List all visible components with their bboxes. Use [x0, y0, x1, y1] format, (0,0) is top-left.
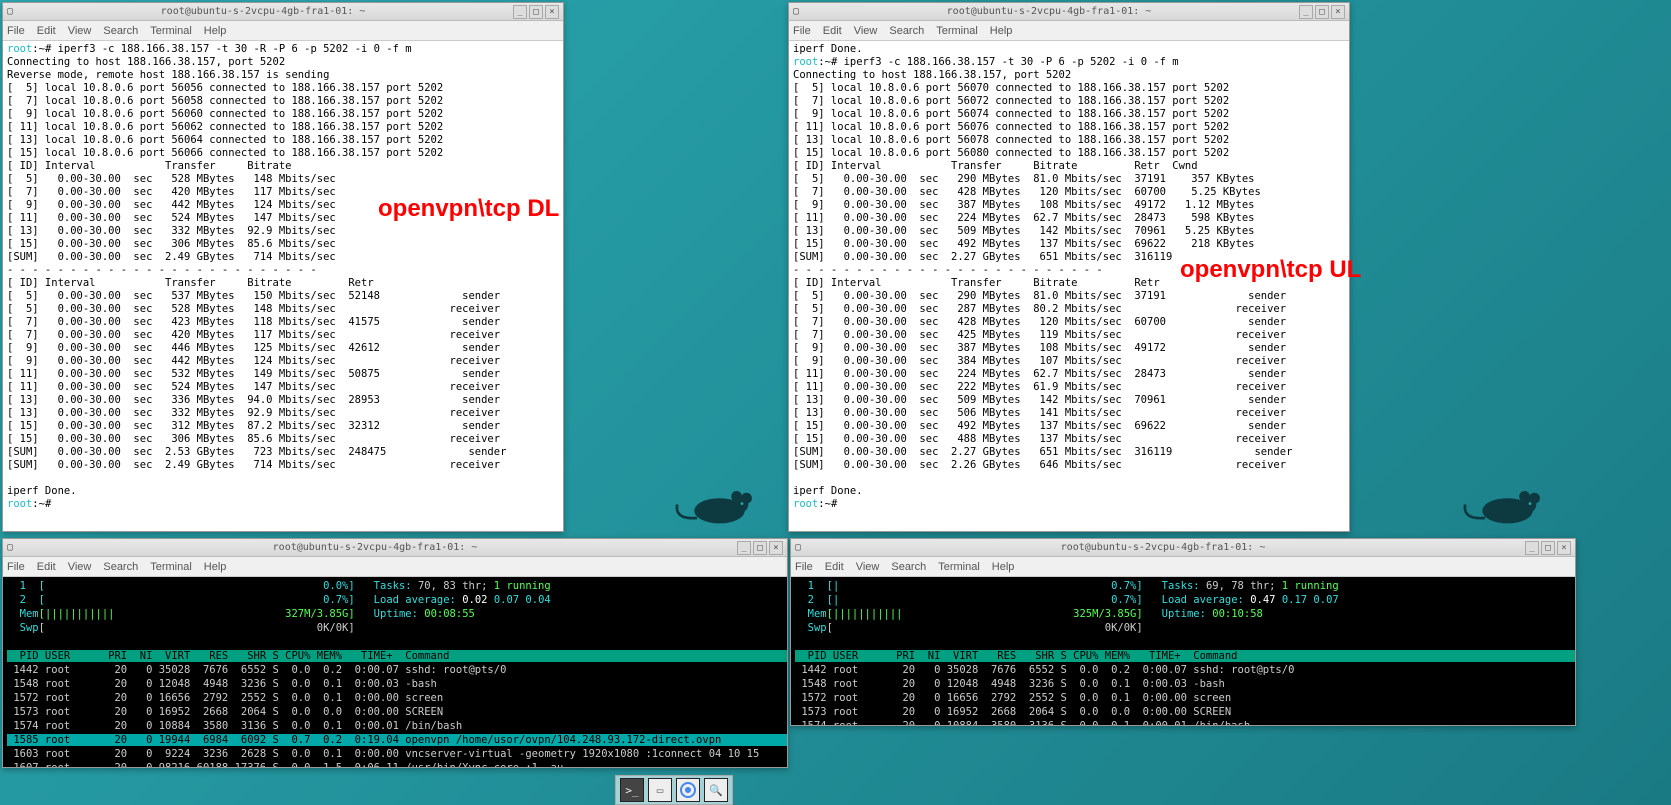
terminal-htop-left[interactable]: ▢ root@ubuntu-s-2vcpu-4gb-fra1-01: ~ _ □… — [2, 538, 788, 768]
menu-help[interactable]: Help — [992, 561, 1015, 573]
taskbar[interactable]: >_ ▭ 🔍 — [615, 775, 733, 805]
terminal-output[interactable]: root:~# iperf3 -c 188.166.38.157 -t 30 -… — [3, 41, 563, 531]
menu-terminal[interactable]: Terminal — [936, 25, 978, 37]
menu-search[interactable]: Search — [889, 25, 924, 37]
menu-edit[interactable]: Edit — [37, 561, 56, 573]
menubar[interactable]: File Edit View Search Terminal Help — [791, 557, 1575, 577]
menu-search[interactable]: Search — [891, 561, 926, 573]
window-title: root@ubuntu-s-2vcpu-4gb-fra1-01: ~ — [13, 542, 737, 553]
menu-search[interactable]: Search — [103, 561, 138, 573]
titlebar[interactable]: ▢ root@ubuntu-s-2vcpu-4gb-fra1-01: ~ _ □… — [3, 3, 563, 21]
maximize-button[interactable]: □ — [1541, 541, 1555, 555]
maximize-button[interactable]: □ — [529, 5, 543, 19]
wallpaper-mouse-icon — [670, 470, 760, 530]
terminal-top-left[interactable]: ▢ root@ubuntu-s-2vcpu-4gb-fra1-01: ~ _ □… — [2, 2, 564, 532]
menu-file[interactable]: File — [795, 561, 813, 573]
close-button[interactable]: × — [1557, 541, 1571, 555]
menu-view[interactable]: View — [68, 25, 92, 37]
menu-help[interactable]: Help — [204, 25, 227, 37]
menu-terminal[interactable]: Terminal — [150, 25, 192, 37]
menu-edit[interactable]: Edit — [37, 25, 56, 37]
annotation-ul: openvpn\tcp UL — [1180, 256, 1361, 284]
maximize-button[interactable]: □ — [1315, 5, 1329, 19]
menu-search[interactable]: Search — [103, 25, 138, 37]
close-button[interactable]: × — [545, 5, 559, 19]
taskbar-search-icon[interactable]: 🔍 — [704, 778, 728, 802]
menubar[interactable]: File Edit View Search Terminal Help — [3, 557, 787, 577]
menu-file[interactable]: File — [793, 25, 811, 37]
menu-help[interactable]: Help — [990, 25, 1013, 37]
annotation-dl: openvpn\tcp DL — [378, 195, 559, 223]
wallpaper-mouse-icon — [1458, 470, 1548, 530]
menu-terminal[interactable]: Terminal — [938, 561, 980, 573]
menu-file[interactable]: File — [7, 561, 25, 573]
menu-view[interactable]: View — [854, 25, 878, 37]
maximize-button[interactable]: □ — [753, 541, 767, 555]
taskbar-files-icon[interactable]: ▭ — [648, 778, 672, 802]
titlebar[interactable]: ▢ root@ubuntu-s-2vcpu-4gb-fra1-01: ~ _ □… — [791, 539, 1575, 557]
htop-output[interactable]: 1 [ 0.0%] Tasks: 70, 83 thr; 1 running 2… — [3, 577, 787, 767]
window-title: root@ubuntu-s-2vcpu-4gb-fra1-01: ~ — [799, 6, 1299, 17]
menubar[interactable]: File Edit View Search Terminal Help — [3, 21, 563, 41]
menu-terminal[interactable]: Terminal — [150, 561, 192, 573]
minimize-button[interactable]: _ — [737, 541, 751, 555]
htop-output[interactable]: 1 [| 0.7%] Tasks: 69, 78 thr; 1 running … — [791, 577, 1575, 725]
menu-view[interactable]: View — [856, 561, 880, 573]
close-button[interactable]: × — [769, 541, 783, 555]
menu-help[interactable]: Help — [204, 561, 227, 573]
terminal-htop-right[interactable]: ▢ root@ubuntu-s-2vcpu-4gb-fra1-01: ~ _ □… — [790, 538, 1576, 726]
window-title: root@ubuntu-s-2vcpu-4gb-fra1-01: ~ — [801, 542, 1525, 553]
menu-file[interactable]: File — [7, 25, 25, 37]
terminal-output[interactable]: iperf Done. root:~# iperf3 -c 188.166.38… — [789, 41, 1349, 531]
titlebar[interactable]: ▢ root@ubuntu-s-2vcpu-4gb-fra1-01: ~ _ □… — [3, 539, 787, 557]
menubar[interactable]: File Edit View Search Terminal Help — [789, 21, 1349, 41]
taskbar-chrome-icon[interactable] — [676, 778, 700, 802]
window-title: root@ubuntu-s-2vcpu-4gb-fra1-01: ~ — [13, 6, 513, 17]
close-button[interactable]: × — [1331, 5, 1345, 19]
menu-edit[interactable]: Edit — [825, 561, 844, 573]
menu-edit[interactable]: Edit — [823, 25, 842, 37]
minimize-button[interactable]: _ — [513, 5, 527, 19]
minimize-button[interactable]: _ — [1525, 541, 1539, 555]
minimize-button[interactable]: _ — [1299, 5, 1313, 19]
taskbar-terminal-icon[interactable]: >_ — [620, 778, 644, 802]
titlebar[interactable]: ▢ root@ubuntu-s-2vcpu-4gb-fra1-01: ~ _ □… — [789, 3, 1349, 21]
menu-view[interactable]: View — [68, 561, 92, 573]
